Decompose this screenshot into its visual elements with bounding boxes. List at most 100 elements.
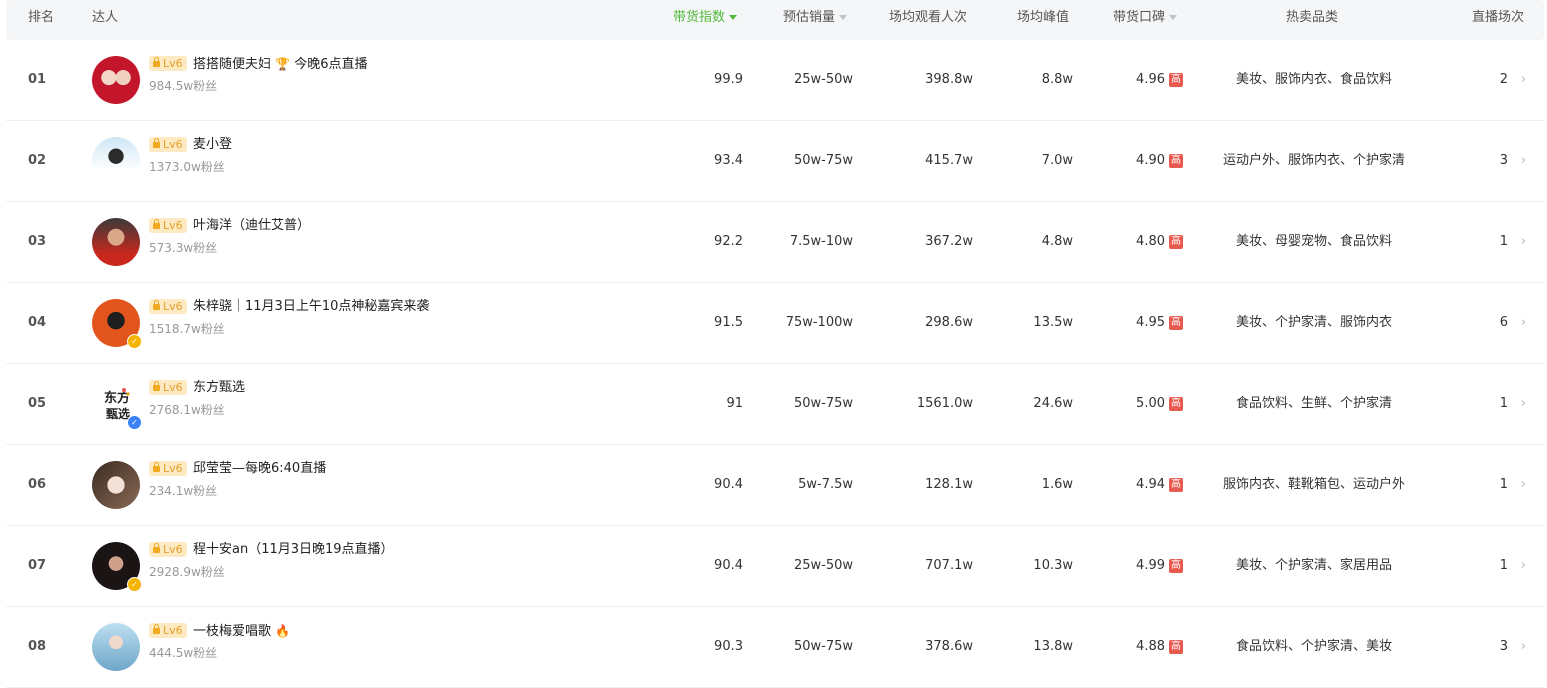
level-label: Lv6 [163,57,183,70]
sales-index: 90.3 [714,639,743,654]
chevron-right-icon[interactable]: › [1521,202,1526,282]
table-row[interactable]: 03 Lv6 叶海洋（迪仕艾普） 573.3w粉丝 92.2 7.5w-10w 367.2w… [6,202,1544,283]
fan-count: 2768.1w粉丝 [149,403,225,417]
fan-count: 984.5w粉丝 [149,79,218,93]
sales-index: 90.4 [714,477,743,492]
creator-name[interactable]: 叶海洋（迪仕艾普） [193,216,310,236]
lock-icon [153,543,160,553]
avatar[interactable] [92,56,140,104]
creator-name[interactable]: 一枝梅爱唱歌 🔥 [193,621,290,642]
table-row[interactable]: 04 ✓ Lv6 朱梓骁｜11月3日上午10点神秘嘉宾来袭 1518.7w粉丝 91.5 7… [6,283,1544,364]
rating-tag: 高 [1169,72,1183,87]
lock-icon [153,381,160,391]
fan-count: 444.5w粉丝 [149,646,218,660]
estimated-sales: 25w-50w [793,72,853,87]
creator-name[interactable]: 邱莹莹—每晚6:40直播 [193,459,326,479]
rating-value: 4.95 [1136,315,1165,330]
chevron-right-icon[interactable]: › [1521,283,1526,363]
avatar[interactable]: 东方 甄选 ✓ [92,380,142,430]
rating-tag: 高 [1169,315,1183,330]
creator-name-text: 朱梓骁｜11月3日上午10点神秘嘉宾来袭 [193,299,430,314]
sort-down-icon [839,15,848,20]
trophy-icon: 🏆 [275,57,291,71]
rating: 4.90 高 [1093,121,1183,201]
creator-name[interactable]: 程十安an（11月3日晚19点直播） [193,540,394,560]
table-row[interactable]: 05 东方 甄选 ✓ Lv6 东方甄选 2768.1w粉丝 91 50w-75w 1561.0w 2… [6,364,1544,445]
hot-categories: 食品饮料、个护家清、美妆 [1235,639,1392,654]
rating-value: 4.94 [1136,477,1165,492]
avg-viewers: 367.2w [925,234,973,249]
rank-number: 05 [28,396,47,411]
rating-tag: 高 [1169,153,1183,168]
avatar[interactable] [92,623,140,671]
avatar[interactable] [92,137,140,185]
rating-value: 5.00 [1136,396,1165,411]
level-badge: Lv6 [149,56,187,71]
fire-icon: 🔥 [275,624,291,638]
header-index-sort[interactable]: 带货指数 [673,0,738,36]
avg-peak: 13.5w [1033,315,1073,330]
sales-index: 92.2 [714,234,743,249]
table-row[interactable]: 08 Lv6 一枝梅爱唱歌 🔥 444.5w粉丝 90.3 50w-75w 378.6w 13… [6,607,1544,688]
creator-name[interactable]: 朱梓骁｜11月3日上午10点神秘嘉宾来袭 [193,297,429,317]
creator-name-text: 麦小登 [193,137,233,152]
live-sessions: 2 [1499,72,1508,87]
sales-index: 93.4 [714,153,743,168]
creator-name[interactable]: 麦小登 [193,135,232,155]
creator-name-text: 一枝梅爱唱歌 [193,624,272,639]
table-row[interactable]: 07 ✓ Lv6 程十安an（11月3日晚19点直播） 2928.9w粉丝 90.4 25w… [6,526,1544,607]
fan-count: 2928.9w粉丝 [149,565,225,579]
header-sales-sort[interactable]: 预估销量 [783,0,848,36]
avatar[interactable]: ✓ [92,299,142,349]
lock-icon [153,300,160,310]
rating: 5.00 高 [1093,364,1183,444]
rating-tag: 高 [1169,234,1183,249]
chevron-right-icon[interactable]: › [1521,607,1526,687]
table-row[interactable]: 01 Lv6 搭搭随便夫妇 🏆 今晚6点直播 984.5w粉丝 99.9 25w-50w 3… [6,40,1544,121]
creator-name-text: 叶海洋（迪仕艾普） [193,218,311,233]
hot-categories: 运动户外、服饰内衣、个护家清 [1222,153,1405,168]
chevron-right-icon[interactable]: › [1521,445,1526,525]
rating: 4.99 高 [1093,526,1183,606]
estimated-sales: 50w-75w [793,396,853,411]
live-sessions: 3 [1499,153,1508,168]
table-row[interactable]: 02 Lv6 麦小登 1373.0w粉丝 93.4 50w-75w 415.7w 7.0w 4.… [6,121,1544,202]
hot-categories: 食品饮料、生鲜、个护家清 [1235,396,1392,411]
svg-text:东方: 东方 [104,390,130,406]
header-index-label: 带货指数 [673,10,726,25]
rating: 4.88 高 [1093,607,1183,687]
chevron-right-icon[interactable]: › [1521,364,1526,444]
creator-name-text: 邱莹莹—每晚6:40直播 [193,461,327,476]
rating-value: 4.96 [1136,72,1165,87]
avg-viewers: 298.6w [925,315,973,330]
level-label: Lv6 [163,543,183,556]
avatar[interactable]: ✓ [92,542,142,592]
verified-badge-icon: ✓ [127,415,142,430]
chevron-right-icon[interactable]: › [1521,121,1526,201]
rating: 4.80 高 [1093,202,1183,282]
table-header: 排名 达人 带货指数 预估销量 场均观看人次 场均峰值 带货口碑 热卖品类 直播… [6,0,1544,40]
rank-number: 08 [28,639,47,654]
avg-viewers: 415.7w [925,153,973,168]
hot-categories: 美妆、个护家清、服饰内衣 [1235,315,1392,330]
header-rating-sort[interactable]: 带货口碑 [1113,0,1178,36]
level-label: Lv6 [163,462,183,475]
hot-categories: 美妆、服饰内衣、食品饮料 [1235,72,1392,87]
rank-number: 06 [28,477,47,492]
estimated-sales: 50w-75w [793,639,853,654]
creator-name[interactable]: 东方甄选 [193,378,245,398]
chevron-right-icon[interactable]: › [1521,526,1526,606]
sales-index: 91.5 [714,315,743,330]
table-row[interactable]: 06 Lv6 邱莹莹—每晚6:40直播 234.1w粉丝 90.4 5w-7.5w 128.… [6,445,1544,526]
avatar[interactable] [92,218,140,266]
chevron-right-icon[interactable]: › [1521,40,1526,120]
level-label: Lv6 [163,624,183,637]
fan-count: 1518.7w粉丝 [149,322,225,336]
rating: 4.94 高 [1093,445,1183,525]
sort-down-icon [1169,15,1178,20]
avg-viewers: 128.1w [925,477,973,492]
live-sessions: 1 [1499,234,1508,249]
avatar[interactable] [92,461,140,509]
rank-number: 03 [28,234,47,249]
creator-name[interactable]: 搭搭随便夫妇 🏆 今晚6点直播 [193,54,368,75]
